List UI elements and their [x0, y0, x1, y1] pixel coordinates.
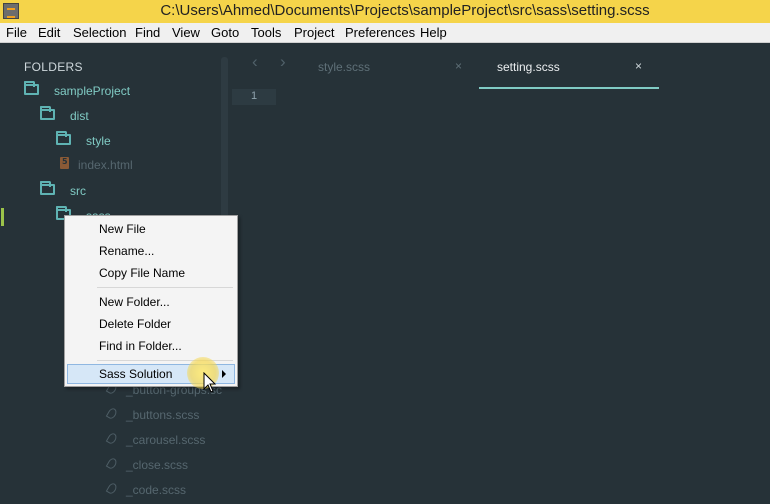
- line-number: 1: [251, 90, 258, 102]
- tree-label: _close.scss: [126, 458, 189, 472]
- tree-label: index.html: [78, 158, 133, 172]
- tree-file-index-html[interactable]: index.html: [60, 156, 180, 174]
- tree-folder-sampleproject[interactable]: sampleProject: [24, 81, 174, 100]
- close-icon[interactable]: ×: [455, 59, 462, 73]
- menu-item-label: Sass Solution: [99, 367, 173, 381]
- active-tab-indicator: [479, 87, 659, 89]
- window-title: C:\Users\Ahmed\Documents\Projects\sample…: [160, 2, 650, 19]
- tree-label: _buttons.scss: [126, 408, 200, 422]
- menu-goto[interactable]: Goto: [211, 25, 239, 40]
- tree-file-close[interactable]: _close.scss: [105, 456, 228, 474]
- menu-item-label: Copy File Name: [99, 266, 186, 280]
- tree-label: _code.scss: [126, 483, 187, 497]
- menu-item-label: Find in Folder...: [99, 339, 182, 353]
- mouse-pointer-icon: [203, 372, 217, 393]
- tab-setting-scss[interactable]: setting.scss ×: [479, 43, 659, 89]
- close-icon[interactable]: ×: [635, 59, 642, 73]
- folders-heading: FOLDERS: [24, 60, 83, 74]
- menu-project[interactable]: Project: [294, 25, 334, 40]
- menu-separator: [97, 287, 233, 288]
- folder-icon: [24, 81, 39, 95]
- tree-folder-src[interactable]: src: [40, 181, 160, 200]
- scss-file-icon: [105, 406, 119, 421]
- html-file-icon: [60, 157, 69, 169]
- menu-item-copy-file-name[interactable]: Copy File Name: [67, 263, 235, 283]
- title-bar: C:\Users\Ahmed\Documents\Projects\sample…: [0, 0, 770, 23]
- menu-item-label: New Folder...: [99, 295, 170, 309]
- scss-file-icon: [105, 456, 119, 471]
- scss-file-icon: [105, 431, 119, 446]
- editor-gutter-line: 1: [232, 89, 276, 105]
- menu-item-label: New File: [99, 222, 146, 236]
- tree-label: _carousel.scss: [126, 433, 206, 447]
- submenu-arrow-icon: [222, 370, 226, 378]
- tree-folder-dist[interactable]: dist: [40, 106, 160, 125]
- menu-item-delete-folder[interactable]: Delete Folder: [67, 314, 235, 334]
- folder-icon: [40, 106, 55, 120]
- tab-label: style.scss: [318, 60, 371, 74]
- menu-item-label: Delete Folder: [99, 317, 172, 331]
- folder-icon: [56, 131, 71, 145]
- scss-file-icon: [105, 481, 119, 496]
- tree-file-code[interactable]: _code.scss: [105, 481, 228, 499]
- selection-marker: [1, 208, 4, 226]
- menu-view[interactable]: View: [172, 25, 200, 40]
- menu-tools[interactable]: Tools: [251, 25, 281, 40]
- tree-file-buttons[interactable]: _buttons.scss: [105, 406, 228, 424]
- menu-find[interactable]: Find: [135, 25, 160, 40]
- menu-item-new-file[interactable]: New File: [67, 219, 235, 239]
- menu-selection[interactable]: Selection: [73, 25, 126, 40]
- menu-item-find-in-folder[interactable]: Find in Folder...: [67, 336, 235, 356]
- tree-folder-style[interactable]: style: [56, 131, 176, 150]
- tab-style-scss[interactable]: style.scss ×: [302, 43, 472, 89]
- tab-label: setting.scss: [497, 60, 560, 74]
- tree-label: sampleProject: [54, 84, 131, 98]
- tree-label: dist: [70, 109, 89, 123]
- menu-bar: File Edit Selection Find View Goto Tools…: [0, 23, 770, 43]
- tree-label: style: [86, 134, 111, 148]
- menu-item-new-folder[interactable]: New Folder...: [67, 292, 235, 312]
- menu-help[interactable]: Help: [420, 25, 447, 40]
- menu-preferences[interactable]: Preferences: [345, 25, 415, 40]
- tree-file-carousel[interactable]: _carousel.scss: [105, 431, 228, 449]
- tab-bar: ‹ › style.scss × setting.scss ×: [232, 43, 770, 89]
- menu-edit[interactable]: Edit: [38, 25, 60, 40]
- menu-item-rename[interactable]: Rename...: [67, 241, 235, 261]
- tree-label: src: [70, 184, 86, 198]
- chevron-right-icon[interactable]: ›: [280, 52, 286, 72]
- menu-file[interactable]: File: [6, 25, 27, 40]
- folder-icon: [40, 181, 55, 195]
- chevron-left-icon[interactable]: ‹: [252, 52, 258, 72]
- menu-item-label: Rename...: [99, 244, 155, 258]
